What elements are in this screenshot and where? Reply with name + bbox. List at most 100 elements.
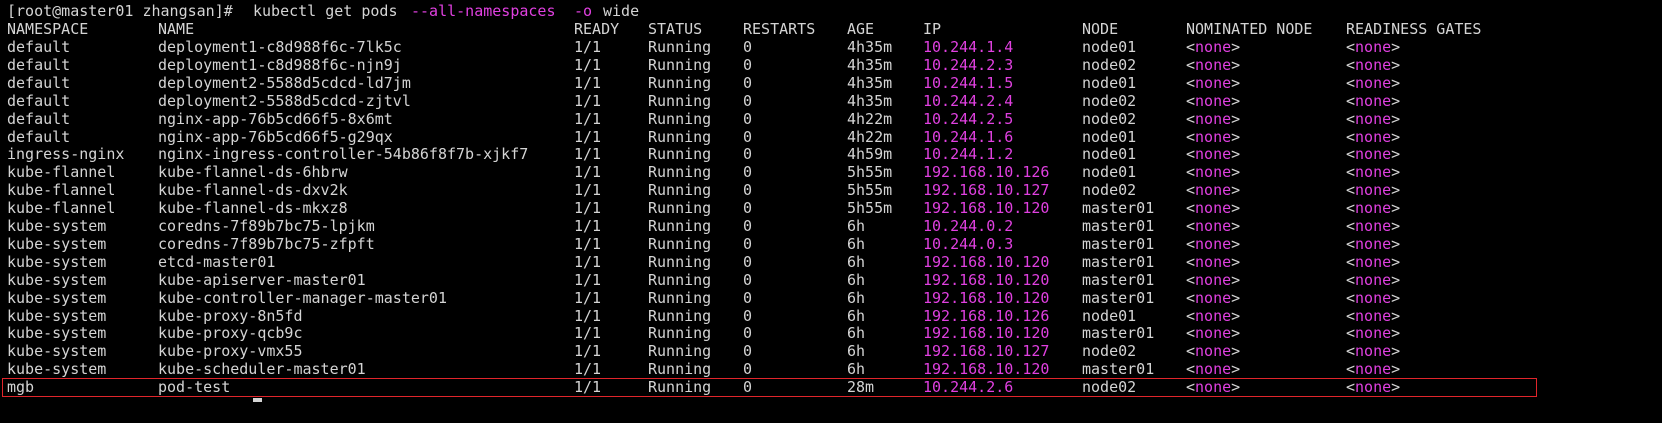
- cell-readiness-gates: <none>: [1346, 145, 1400, 163]
- header-ready: READY: [574, 20, 620, 38]
- none-value: none: [1355, 270, 1392, 289]
- cell-nominated-node: <none>: [1186, 217, 1240, 235]
- cell-ip: 10.244.2.4: [923, 91, 1014, 110]
- cell-readiness-gates: <none>: [1346, 181, 1400, 199]
- cell-restarts: 0: [743, 252, 753, 271]
- table-row: default deployment2-5588d5cdcd-ld7jm 1/1 Ru…: [0, 74, 1662, 92]
- cell-age: 4h35m: [847, 73, 893, 92]
- none-value: none: [1195, 91, 1232, 110]
- cell-node: node02: [1082, 181, 1137, 200]
- angle-close: >: [1391, 342, 1401, 361]
- table-row: kube-flannel kube-flannel-ds-dxv2k 1/1 Runn…: [0, 181, 1662, 199]
- cell-readiness-gates: <none>: [1346, 271, 1400, 289]
- angle-open: <: [1346, 342, 1356, 361]
- angle-open: <: [1186, 288, 1196, 307]
- angle-close: >: [1391, 145, 1401, 164]
- cell-node: node01: [1082, 163, 1137, 182]
- angle-close: >: [1231, 199, 1241, 218]
- cell-namespace: kube-system: [7, 270, 107, 289]
- cell-name: deployment1-c8d988f6c-7lk5c: [158, 38, 402, 56]
- angle-open: <: [1346, 73, 1356, 92]
- cell-nominated-node: <none>: [1186, 74, 1240, 92]
- prompt-line: [root@master01 zhangsan]# kubectl get po…: [0, 2, 1662, 20]
- angle-open: <: [1186, 252, 1196, 271]
- prompt-flag-output: -o: [574, 2, 593, 20]
- angle-close: >: [1391, 199, 1401, 218]
- none-value: none: [1355, 181, 1392, 200]
- cell-restarts: 0: [743, 306, 753, 325]
- angle-open: <: [1186, 127, 1196, 146]
- cell-restarts: 0: [743, 199, 753, 218]
- cell-name: kube-flannel-ds-6hbrw: [158, 163, 348, 182]
- cell-ready: 1/1: [574, 217, 602, 235]
- cell-ip: 10.244.1.4: [923, 38, 1014, 56]
- cell-restarts: 0: [743, 109, 753, 128]
- cell-restarts: 0: [743, 217, 753, 235]
- none-value: none: [1355, 38, 1392, 56]
- cell-restarts: 0: [743, 360, 753, 379]
- none-value: none: [1355, 217, 1392, 235]
- table-header: NAMESPACE NAME READY STATUS RESTARTS AGE IP NOD…: [0, 20, 1662, 38]
- cell-ip: 10.244.2.5: [923, 109, 1014, 128]
- cell-name: kube-flannel-ds-dxv2k: [158, 181, 348, 200]
- angle-close: >: [1391, 217, 1401, 235]
- cell-status: Running: [648, 127, 712, 146]
- cell-status: Running: [648, 217, 712, 235]
- cell-nominated-node: <none>: [1186, 360, 1240, 378]
- terminal-window[interactable]: [root@master01 zhangsan]# kubectl get po…: [0, 0, 1662, 423]
- cell-age: 6h: [847, 252, 866, 271]
- cell-age: 6h: [847, 288, 866, 307]
- angle-open: <: [1346, 234, 1356, 253]
- cell-node: node02: [1082, 55, 1137, 74]
- none-value: none: [1355, 234, 1392, 253]
- cell-age: 4h22m: [847, 109, 893, 128]
- highlight-box: [2, 378, 1537, 397]
- cell-readiness-gates: <none>: [1346, 56, 1400, 74]
- cell-age: 4h59m: [847, 145, 893, 164]
- cell-ip: 10.244.2.3: [923, 55, 1014, 74]
- cell-ip: 192.168.10.120: [923, 270, 1050, 289]
- cell-restarts: 0: [743, 163, 753, 182]
- none-value: none: [1195, 217, 1232, 235]
- cell-name: etcd-master01: [158, 252, 276, 271]
- angle-close: >: [1391, 324, 1401, 343]
- cell-nominated-node: <none>: [1186, 163, 1240, 181]
- angle-close: >: [1391, 109, 1401, 128]
- cell-name: nginx-app-76b5cd66f5-g29qx: [158, 127, 393, 146]
- angle-close: >: [1391, 234, 1401, 253]
- cell-status: Running: [648, 360, 712, 379]
- none-value: none: [1355, 127, 1392, 146]
- angle-open: <: [1346, 324, 1356, 343]
- cell-node: node01: [1082, 127, 1137, 146]
- angle-open: <: [1186, 360, 1196, 379]
- angle-close: >: [1231, 181, 1241, 200]
- cell-ip: 10.244.0.3: [923, 234, 1014, 253]
- cell-ready: 1/1: [574, 91, 602, 110]
- none-value: none: [1195, 252, 1232, 271]
- table-row: kube-system kube-proxy-8n5fd 1/1 Running 0 6h…: [0, 307, 1662, 325]
- angle-close: >: [1391, 91, 1401, 110]
- table-row: kube-system kube-apiserver-master01 1/1 Run…: [0, 271, 1662, 289]
- cell-age: 5h55m: [847, 199, 893, 218]
- angle-open: <: [1346, 270, 1356, 289]
- cell-readiness-gates: <none>: [1346, 217, 1400, 235]
- none-value: none: [1195, 199, 1232, 218]
- angle-close: >: [1231, 163, 1241, 182]
- cell-namespace: kube-system: [7, 234, 107, 253]
- cell-ip: 192.168.10.120: [923, 360, 1050, 379]
- cell-age: 4h22m: [847, 127, 893, 146]
- angle-close: >: [1391, 360, 1401, 379]
- cell-ready: 1/1: [574, 306, 602, 325]
- angle-close: >: [1231, 91, 1241, 110]
- angle-open: <: [1346, 181, 1356, 200]
- cell-ip: 10.244.1.5: [923, 73, 1014, 92]
- none-value: none: [1195, 163, 1232, 182]
- angle-close: >: [1231, 38, 1241, 56]
- cell-ip: 192.168.10.126: [923, 306, 1050, 325]
- angle-open: <: [1346, 55, 1356, 74]
- prompt-flag-all-namespaces: --all-namespaces: [411, 2, 556, 20]
- cell-node: node01: [1082, 306, 1137, 325]
- cell-name: kube-proxy-qcb9c: [158, 324, 303, 343]
- header-nominated-node: NOMINATED NODE: [1186, 20, 1313, 38]
- none-value: none: [1355, 55, 1392, 74]
